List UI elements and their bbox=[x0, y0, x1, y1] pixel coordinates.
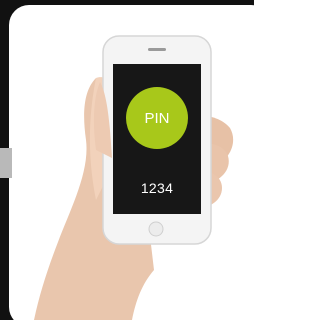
hand-holding-phone bbox=[34, 35, 234, 320]
pin-code-text: 1234 bbox=[140, 180, 174, 196]
pin-badge-label: PIN bbox=[144, 110, 170, 127]
photo-frame: PIN 1234 bbox=[0, 0, 254, 320]
